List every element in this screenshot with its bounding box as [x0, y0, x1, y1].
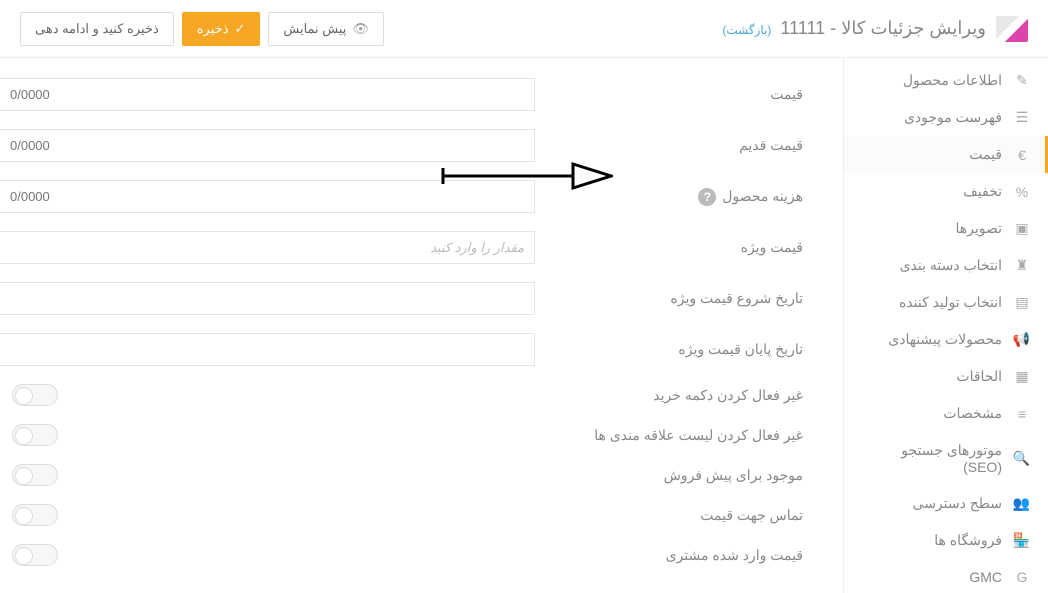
specs-icon: ≡ [1014, 406, 1030, 422]
gmc-icon: G [1014, 569, 1030, 585]
customer-price-toggle[interactable]: off [12, 544, 58, 566]
sidebar-item-images[interactable]: ▣ تصویرها [844, 210, 1048, 247]
arrow-annotation [433, 156, 613, 196]
category-icon: ♜ [1014, 257, 1030, 274]
access-icon: 👥 [1014, 495, 1030, 512]
page-header: ویرایش جزئیات کالا - 11111 (بازگشت) پیش … [0, 0, 1048, 58]
back-link[interactable]: (بازگشت) [722, 23, 771, 37]
sidebar-item-label: GMC [969, 569, 1002, 585]
sidebar-item-label: انتخاب دسته بندی [900, 257, 1002, 274]
sidebar-item-access[interactable]: 👥 سطح دسترسی [844, 485, 1048, 522]
stores-icon: 🏪 [1014, 532, 1030, 549]
title-prefix: ویرایش جزئیات کالا - [830, 18, 986, 38]
special-end-label: تاریخ پایان قیمت ویژه [543, 341, 843, 358]
main-form: قیمت قیمت قدیم هزینه محصول ? قیمت ویژه ت… [0, 58, 843, 593]
sidebar-item-product-info[interactable]: ✎ اطلاعات محصول [844, 62, 1048, 99]
preview-button[interactable]: پیش نمایش [268, 12, 384, 46]
call-price-toggle[interactable]: off [12, 504, 58, 526]
manufacturer-icon: ▤ [1014, 294, 1030, 311]
preorder-toggle[interactable]: off [12, 464, 58, 486]
related-icon: 📢 [1014, 331, 1030, 348]
special-price-input[interactable] [0, 231, 535, 264]
sidebar-item-manufacturer[interactable]: ▤ انتخاب تولید کننده [844, 284, 1048, 321]
old-price-label: قیمت قدیم [543, 137, 843, 154]
sidebar-item-related[interactable]: 📢 محصولات پیشنهادی [844, 321, 1048, 358]
save-continue-button[interactable]: ذخیره کنید و ادامه دهی [20, 12, 174, 46]
sidebar-item-label: الحاقات [956, 368, 1002, 385]
sidebar-item-price[interactable]: € قیمت [844, 136, 1048, 173]
sidebar-item-label: سطح دسترسی [913, 495, 1002, 512]
special-start-label: تاریخ شروع قیمت ویژه [543, 290, 843, 307]
preorder-label: موجود برای پیش فروش [543, 467, 843, 484]
images-icon: ▣ [1014, 220, 1030, 237]
sidebar-item-category[interactable]: ♜ انتخاب دسته بندی [844, 247, 1048, 284]
special-start-input[interactable] [0, 282, 535, 315]
sidebar-item-label: محصولات پیشنهادی [888, 331, 1002, 348]
sidebar-item-label: فهرست موجودی [904, 109, 1002, 126]
product-info-icon: ✎ [1014, 72, 1030, 89]
sidebar-item-label: موتورهای جستجو (SEO) [862, 442, 1002, 475]
sidebar-item-stores[interactable]: 🏪 فروشگاه ها [844, 522, 1048, 559]
sidebar: ✎ اطلاعات محصول ☰ فهرست موجودی € قیمت% تخفیف ▣ ت… [843, 58, 1048, 593]
attachments-icon: ▦ [1014, 368, 1030, 385]
header-title: ویرایش جزئیات کالا - 11111 (بازگشت) [722, 16, 1028, 42]
check-icon [234, 21, 245, 37]
sidebar-item-discount[interactable]: % تخفیف [844, 173, 1048, 210]
sidebar-item-label: اطلاعات محصول [903, 72, 1002, 89]
sidebar-item-attachments[interactable]: ▦ الحاقات [844, 358, 1048, 395]
inventory-icon: ☰ [1014, 109, 1030, 126]
special-price-label: قیمت ویژه [543, 239, 843, 256]
sidebar-item-seo[interactable]: 🔍 موتورهای جستجو (SEO) [844, 432, 1048, 485]
title-id: 11111 [780, 18, 825, 38]
sidebar-item-inventory[interactable]: ☰ فهرست موجودی [844, 99, 1048, 136]
disable-wishlist-toggle[interactable]: off [12, 424, 58, 446]
eye-icon [352, 21, 369, 37]
product-icon [996, 16, 1028, 42]
sidebar-item-specs[interactable]: ≡ مشخصات [844, 395, 1048, 432]
sidebar-item-label: فروشگاه ها [934, 532, 1002, 549]
disable-wishlist-label: غیر فعال کردن لیست علاقه مندی ها [543, 427, 843, 444]
sidebar-item-label: تخفیف [963, 183, 1002, 200]
header-actions: پیش نمایش ذخیره ذخیره کنید و ادامه دهی [20, 12, 384, 46]
sidebar-item-label: قیمت [969, 146, 1002, 163]
save-button[interactable]: ذخیره [182, 12, 261, 46]
customer-price-label: قیمت وارد شده مشتری [543, 547, 843, 564]
price-input[interactable] [0, 78, 535, 111]
discount-icon: % [1014, 184, 1030, 200]
seo-icon: 🔍 [1014, 450, 1030, 467]
help-icon[interactable]: ? [698, 188, 716, 206]
price-label: قیمت [543, 86, 843, 103]
call-price-label: تماس جهت قیمت [543, 507, 843, 524]
special-end-input[interactable] [0, 333, 535, 366]
disable-buy-label: غیر فعال کردن دکمه خرید [543, 387, 843, 404]
disable-buy-toggle[interactable]: off [12, 384, 58, 406]
price-icon: € [1014, 147, 1030, 163]
sidebar-item-label: تصویرها [955, 220, 1002, 237]
sidebar-item-gmc[interactable]: G GMC [844, 559, 1048, 593]
sidebar-item-label: انتخاب تولید کننده [899, 294, 1002, 311]
sidebar-item-label: مشخصات [943, 405, 1002, 422]
